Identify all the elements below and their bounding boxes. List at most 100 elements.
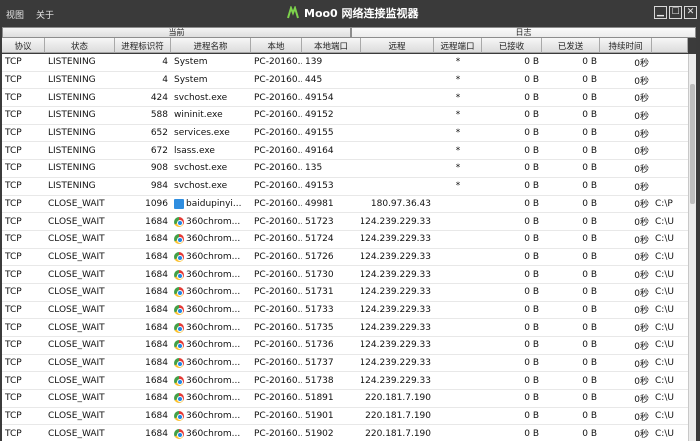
column-header[interactable]: 状态 (45, 38, 115, 53)
column-header[interactable]: 已发送 (542, 38, 600, 53)
column-header[interactable] (652, 38, 688, 53)
process-name-cell: 360chrom... (171, 408, 251, 425)
table-row[interactable]: TCP CLOSE_WAIT 1684 360chrom... PC-20160... 5… (2, 372, 688, 391)
table-cell: C:\U (655, 269, 674, 280)
table-row[interactable]: TCP CLOSE_WAIT 1684 360chrom... PC-20160... 5… (2, 390, 688, 408)
table-row[interactable]: TCP CLOSE_WAIT 1684 360chrom... PC-20160... 5… (2, 355, 688, 373)
table-cell (652, 107, 688, 124)
table-cell: 1684 (145, 234, 168, 245)
title-bar: 视图 关于 Moo0 网络连接监视器 ▁ ☐ ✕ (0, 0, 700, 28)
table-cell: 1684 (145, 304, 168, 315)
table-row[interactable]: TCP LISTENING 424 svchost.exe PC-20160... 491… (2, 89, 688, 108)
table-row[interactable]: TCP LISTENING 588 wininit.exe PC-20160... 491… (2, 107, 688, 125)
process-name-cell: lsass.exe (171, 142, 251, 159)
table-cell: 0 B (524, 216, 539, 227)
menu-view[interactable]: 视图 (6, 8, 24, 21)
table-cell: PC-20160... (254, 358, 302, 369)
table-cell (652, 142, 688, 159)
table-cell: 1684 (145, 358, 168, 369)
process-name-cell: 360chrom... (171, 319, 251, 336)
table-row[interactable]: TCP CLOSE_WAIT 1684 360chrom... PC-20160... 5… (2, 249, 688, 267)
table-cell: CLOSE_WAIT (48, 322, 105, 333)
table-row[interactable]: TCP CLOSE_WAIT 1684 360chrom... PC-20160... 5… (2, 319, 688, 337)
table-cell: CLOSE_WAIT (48, 340, 105, 351)
table-cell: PC-20160... (254, 269, 302, 280)
view-tabs: 当前 日志 (2, 27, 696, 38)
menu-about[interactable]: 关于 (36, 8, 54, 21)
browser-app-icon (174, 411, 184, 422)
table-row[interactable]: TCP LISTENING 984 svchost.exe PC-20160... 491… (2, 178, 688, 196)
minimize-button[interactable]: ▁ (654, 6, 667, 19)
process-name-cell: 360chrom... (171, 425, 251, 441)
column-header[interactable]: 持续时间 (600, 38, 652, 53)
table-cell: C:\P (655, 198, 673, 209)
table-row[interactable]: TCP LISTENING 4 System PC-20160... 139 * 0 B 0 B… (2, 54, 688, 72)
table-row[interactable]: TCP CLOSE_WAIT 1684 360chrom... PC-20160... 5… (2, 213, 688, 231)
table-row[interactable]: TCP CLOSE_WAIT 1684 360chrom... PC-20160... 5… (2, 231, 688, 249)
table-row[interactable]: TCP CLOSE_WAIT 1096 baidupinyi... PC-20160..… (2, 196, 688, 214)
tab-current[interactable]: 当前 (2, 27, 351, 38)
table-cell: PC-20160... (254, 340, 302, 351)
browser-app-icon (174, 304, 184, 315)
table-cell: 51723 (305, 216, 334, 227)
process-name-cell: 360chrom... (171, 390, 251, 407)
table-cell: 0 B (524, 287, 539, 298)
table-cell: CLOSE_WAIT (48, 375, 105, 386)
table-cell: 124.239.229.33 (361, 216, 431, 227)
table-cell: TCP (5, 145, 22, 156)
table-cell: LISTENING (48, 57, 96, 68)
column-header[interactable]: 远程端口 (434, 38, 482, 53)
process-name: 360chrom... (186, 287, 241, 298)
maximize-button[interactable]: ☐ (669, 6, 682, 19)
column-header[interactable]: 协议 (2, 38, 45, 53)
tab-log[interactable]: 日志 (351, 27, 696, 38)
table-cell: TCP (5, 110, 22, 121)
table-cell: CLOSE_WAIT (48, 269, 105, 280)
table-cell: 0 B (582, 304, 597, 315)
table-cell: 51738 (305, 375, 334, 386)
browser-app-icon (174, 393, 184, 404)
table-row[interactable]: TCP LISTENING 908 svchost.exe PC-20160... 135… (2, 160, 688, 178)
table-cell: PC-20160... (254, 163, 302, 174)
table-row[interactable]: TCP CLOSE_WAIT 1684 360chrom... PC-20160... 5… (2, 337, 688, 355)
process-name: System (174, 57, 208, 68)
column-header[interactable]: 已接收 (482, 38, 542, 53)
process-name-cell: 360chrom... (171, 355, 251, 372)
table-row[interactable]: TCP CLOSE_WAIT 1684 360chrom... PC-20160... 5… (2, 408, 688, 426)
table-cell: C:\U (655, 428, 674, 439)
table-row[interactable]: TCP CLOSE_WAIT 1684 360chrom... PC-20160... 5… (2, 302, 688, 320)
table-cell: * (455, 128, 461, 139)
vertical-scrollbar[interactable] (688, 54, 696, 441)
table-cell: TCP (5, 287, 22, 298)
table-cell: TCP (5, 92, 22, 103)
column-header[interactable]: 本地端口 (302, 38, 361, 53)
table-cell: 908 (150, 163, 168, 174)
process-name-cell: 360chrom... (171, 337, 251, 354)
column-header[interactable]: 进程名称 (171, 38, 251, 53)
column-header[interactable]: 进程标识符 (115, 38, 171, 53)
table-cell (361, 54, 434, 71)
table-cell: 0 B (582, 128, 597, 139)
table-cell: TCP (5, 375, 22, 386)
table-row[interactable]: TCP CLOSE_WAIT 1684 360chrom... PC-20160... 5… (2, 266, 688, 284)
table-cell: 0秒 (634, 235, 649, 246)
table-row[interactable]: TCP LISTENING 4 System PC-20160... 445 * 0 B 0 B… (2, 72, 688, 90)
table-cell: CLOSE_WAIT (48, 216, 105, 227)
table-cell: PC-20160... (254, 375, 302, 386)
table-row[interactable]: TCP LISTENING 652 services.exe PC-20160... 49… (2, 125, 688, 143)
table-cell: 124.239.229.33 (361, 340, 431, 351)
table-row[interactable]: TCP CLOSE_WAIT 1684 360chrom... PC-20160... 5… (2, 425, 688, 441)
table-cell: PC-20160... (254, 128, 302, 139)
table-cell: 0 B (582, 322, 597, 333)
table-cell: LISTENING (48, 181, 96, 192)
column-header[interactable]: 本地 (251, 38, 302, 53)
table-row[interactable]: TCP CLOSE_WAIT 1684 360chrom... PC-20160... 5… (2, 284, 688, 302)
scrollbar-thumb[interactable] (690, 84, 695, 204)
column-header[interactable]: 远程 (361, 38, 434, 53)
table-cell: 0 B (582, 198, 597, 209)
table-cell: C:\U (655, 375, 674, 386)
table-row[interactable]: TCP LISTENING 672 lsass.exe PC-20160... 49164… (2, 142, 688, 161)
close-button[interactable]: ✕ (684, 6, 697, 19)
process-name-cell: svchost.exe (171, 89, 251, 106)
app-title: Moo0 网络连接监视器 (286, 5, 419, 21)
